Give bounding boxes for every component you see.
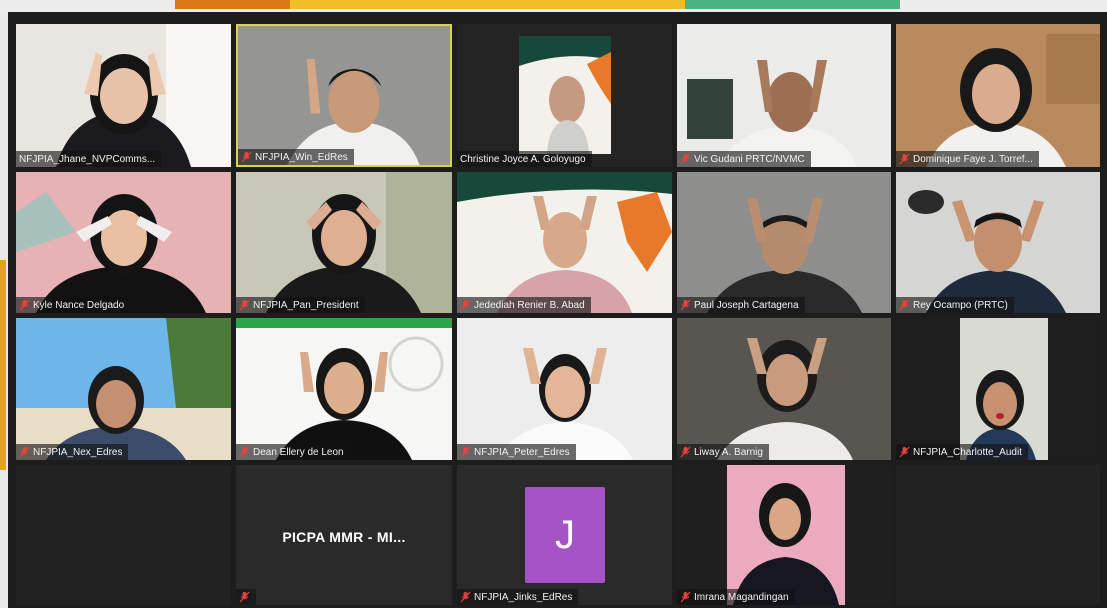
participant-tile[interactable]: NFJPIA_Nex_Edres [16, 318, 231, 460]
participant-tile[interactable]: NFJPIA_Peter_Edres [457, 318, 672, 460]
participant-name: Rey Ocampo (PRTC) [913, 299, 1008, 311]
name-label: Christine Joyce A. Goloyugo [457, 151, 592, 167]
participant-name: NFJPIA_Charlotte_Audit [913, 446, 1022, 458]
participant-video [896, 172, 1100, 313]
top-banner [0, 0, 1107, 12]
banner-stripe-yellow [290, 0, 685, 9]
muted-mic-icon [241, 151, 252, 163]
participant-tile[interactable]: Kyle Nance Delgado [16, 172, 231, 313]
participant-name: Christine Joyce A. Goloyugo [460, 153, 586, 165]
muted-mic-icon [899, 299, 910, 311]
banner-stripe-green [685, 0, 900, 9]
name-label: NFJPIA_Jinks_EdRes [457, 589, 579, 605]
name-label: NFJPIA_Charlotte_Audit [896, 444, 1028, 460]
muted-mic-icon [680, 446, 691, 458]
participant-tile[interactable]: Imrana Magandingan [677, 465, 891, 605]
participant-tile[interactable]: Jedediah Renier B. Abad [457, 172, 672, 313]
name-label: Vic Gudani PRTC/NVMC [677, 151, 811, 167]
participant-video [896, 24, 1100, 167]
left-accent-bar [0, 260, 6, 470]
muted-mic-icon [19, 446, 30, 458]
participant-tile[interactable]: Christine Joyce A. Goloyugo [457, 24, 672, 167]
muted-mic-icon [239, 591, 250, 603]
name-label: Jedediah Renier B. Abad [457, 297, 591, 313]
muted-mic-icon [460, 591, 471, 603]
banner-stripe-orange [175, 0, 290, 9]
muted-mic-icon [680, 591, 691, 603]
muted-mic-icon [19, 299, 30, 311]
participant-video [16, 24, 231, 167]
gallery-view: NFJPIA_Jhane_NVPComms... NFJPIA_Win_EdRe… [8, 12, 1107, 608]
participant-video [457, 318, 672, 460]
participant-name: Liway A. Barnig [694, 446, 763, 458]
muted-mic-icon [460, 299, 471, 311]
participant-video [677, 172, 891, 313]
participant-name: NFJPIA_Jhane_NVPComms... [19, 153, 156, 165]
participant-name: Dean Ellery de Leon [253, 446, 344, 458]
name-label: NFJPIA_Pan_President [236, 297, 365, 313]
name-label: NFJPIA_Jhane_NVPComms... [16, 151, 162, 167]
muted-mic-icon [680, 299, 691, 311]
participant-tile[interactable]: Dean Ellery de Leon [236, 318, 452, 460]
muted-mic-icon [899, 446, 910, 458]
participant-name: NFJPIA_Jinks_EdRes [474, 591, 573, 603]
name-label: Liway A. Barnig [677, 444, 769, 460]
participant-name: NFJPIA_Win_EdRes [255, 151, 348, 163]
muted-mic-icon [899, 153, 910, 165]
name-label: NFJPIA_Win_EdRes [238, 149, 354, 165]
participant-name: Dominique Faye J. Torref... [913, 153, 1033, 165]
empty-tile [16, 465, 231, 605]
name-label: NFJPIA_Nex_Edres [16, 444, 129, 460]
participant-video [236, 318, 452, 460]
participant-tile[interactable]: Liway A. Barnig [677, 318, 891, 460]
participant-name: NFJPIA_Nex_Edres [33, 446, 123, 458]
participant-video [457, 24, 672, 167]
participant-name: Jedediah Renier B. Abad [474, 299, 585, 311]
participant-name-display: PICPA MMR - MI... [282, 529, 406, 545]
participant-tile-avatar[interactable]: J NFJPIA_Jinks_EdRes [457, 465, 672, 605]
participant-name: Imrana Magandingan [694, 591, 789, 603]
name-label: Dominique Faye J. Torref... [896, 151, 1039, 167]
participant-name: NFJPIA_Pan_President [253, 299, 359, 311]
participant-video [16, 172, 231, 313]
participant-tile[interactable]: Rey Ocampo (PRTC) [896, 172, 1100, 313]
name-label: Kyle Nance Delgado [16, 297, 131, 313]
empty-tile [896, 465, 1100, 605]
participant-video [457, 172, 672, 313]
participant-video [236, 172, 452, 313]
name-label: Rey Ocampo (PRTC) [896, 297, 1014, 313]
name-label: NFJPIA_Peter_Edres [457, 444, 576, 460]
muted-mic-icon [460, 446, 471, 458]
participant-video [677, 318, 891, 460]
name-label: Paul Joseph Cartagena [677, 297, 805, 313]
participant-name: NFJPIA_Peter_Edres [474, 446, 570, 458]
participant-name: Paul Joseph Cartagena [694, 299, 799, 311]
avatar: J [525, 487, 605, 583]
participant-name: Vic Gudani PRTC/NVMC [694, 153, 805, 165]
participant-tile[interactable]: NFJPIA_Charlotte_Audit [896, 318, 1100, 460]
participant-tile[interactable]: NFJPIA_Jhane_NVPComms... [16, 24, 231, 167]
participant-video [238, 26, 450, 165]
participant-tile[interactable]: Paul Joseph Cartagena [677, 172, 891, 313]
name-label: Dean Ellery de Leon [236, 444, 350, 460]
name-label [236, 589, 256, 605]
participant-video [896, 318, 1100, 460]
muted-mic-icon [680, 153, 691, 165]
participant-tile[interactable]: Dominique Faye J. Torref... [896, 24, 1100, 167]
participant-video [677, 24, 891, 167]
participant-tile-active-speaker[interactable]: NFJPIA_Win_EdRes [236, 24, 452, 167]
muted-mic-icon [239, 446, 250, 458]
participant-tile[interactable]: Vic Gudani PRTC/NVMC [677, 24, 891, 167]
muted-mic-icon [239, 299, 250, 311]
participant-video [16, 318, 231, 460]
name-label: Imrana Magandingan [677, 589, 795, 605]
participant-video [677, 465, 891, 605]
participant-tile-video-off[interactable]: PICPA MMR - MI... [236, 465, 452, 605]
participant-name: Kyle Nance Delgado [33, 299, 125, 311]
participant-tile[interactable]: NFJPIA_Pan_President [236, 172, 452, 313]
